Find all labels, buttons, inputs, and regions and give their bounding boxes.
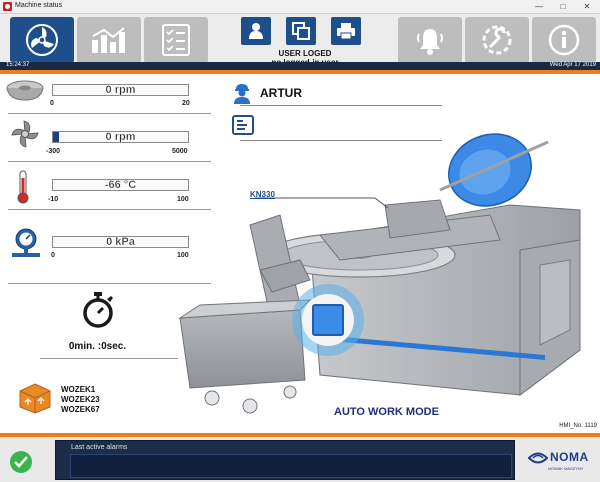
bowl-speed-value: 0 rpm <box>105 84 136 96</box>
chart-icon <box>92 27 125 53</box>
gauge-divider <box>8 113 211 114</box>
trolley-item: WOZEK1 <box>61 385 96 394</box>
printer-icon <box>337 23 355 40</box>
clock-time: 15:24:37 <box>6 62 30 68</box>
close-icon[interactable]: ✕ <box>578 0 596 14</box>
bowl-speed-bar: 0 rpm <box>52 84 189 96</box>
user-status-title: USER LOGED <box>278 49 332 58</box>
bowl-speed-min: 0 <box>50 100 54 107</box>
knife-icon <box>11 120 39 148</box>
bowl-icon <box>6 80 44 101</box>
user-login-button[interactable] <box>241 17 271 45</box>
knife-speed-min: -300 <box>46 148 61 155</box>
stop-button-inner <box>302 294 354 346</box>
noma-logo-icon <box>528 452 548 464</box>
trolley-list: WOZEK1 WOZEK23 WOZEK67 <box>61 385 100 415</box>
accent-divider-top <box>0 70 600 74</box>
trolley-item: WOZEK67 <box>61 405 100 414</box>
operator-underline <box>240 105 442 106</box>
machine-status-tab[interactable] <box>10 17 74 63</box>
info-icon <box>548 24 580 56</box>
alarm-panel-title: Last active alarms <box>71 444 128 451</box>
alarm-list[interactable] <box>70 454 512 478</box>
minimize-icon[interactable]: — <box>530 0 548 14</box>
checkmark-icon[interactable] <box>10 451 32 473</box>
timer-divider <box>40 358 178 359</box>
noma-logo-subtitle: NOWAK MASZYNY <box>548 466 584 471</box>
print-button[interactable] <box>331 17 361 45</box>
thermometer-icon <box>17 170 29 204</box>
hmi-number: HMI_No. 1119 <box>559 423 597 429</box>
operator-icon <box>234 84 250 104</box>
stop-button[interactable] <box>292 284 364 356</box>
work-mode-label: AUTO WORK MODE <box>334 406 439 418</box>
copy-windows-icon <box>292 22 310 40</box>
stop-icon <box>312 304 344 336</box>
machine-model-label: KN330 <box>250 190 275 199</box>
maximize-icon[interactable]: □ <box>554 0 572 14</box>
window-title: Machine status <box>15 2 63 9</box>
trolley-item: WOZEK23 <box>61 395 100 404</box>
windows-button[interactable] <box>286 17 316 45</box>
bowl-speed-max: 20 <box>182 100 190 107</box>
pressure-min: 0 <box>51 252 55 259</box>
recipes-tab[interactable] <box>144 17 208 63</box>
wrench-gear-icon <box>482 25 512 55</box>
check-glyph <box>14 456 28 468</box>
trolley-box-icon <box>19 383 51 414</box>
stopwatch-icon <box>83 292 113 328</box>
service-tab[interactable] <box>465 17 529 63</box>
statistics-tab[interactable] <box>77 17 141 63</box>
alarm-panel[interactable]: Last active alarms <box>55 440 515 480</box>
user-icon <box>249 23 263 39</box>
alarm-bell-icon <box>417 29 443 55</box>
clock-date: Wed Apr 17 2019 <box>549 62 596 68</box>
blade-icon <box>26 24 58 56</box>
alarms-tab[interactable] <box>398 17 462 63</box>
bowl-cutter-illustration <box>178 133 581 414</box>
machine-status-window: Machine status — □ ✕ USER LOGED 15:24:37… <box>0 0 600 482</box>
pressure-gauge-icon <box>12 228 40 257</box>
info-tab[interactable] <box>532 17 596 63</box>
temperature-min: -10 <box>48 196 59 203</box>
noma-logo: NOMA <box>550 450 589 464</box>
title-bar: Machine status — □ ✕ <box>0 0 600 14</box>
operator-name: ARTUR <box>260 86 302 100</box>
checklist-icon <box>162 24 190 56</box>
app-icon <box>3 2 12 11</box>
status-strip: 15:24:37 Wed Apr 17 2019 <box>0 62 600 70</box>
top-toolbar: USER LOGED no logged-in user <box>0 14 600 67</box>
